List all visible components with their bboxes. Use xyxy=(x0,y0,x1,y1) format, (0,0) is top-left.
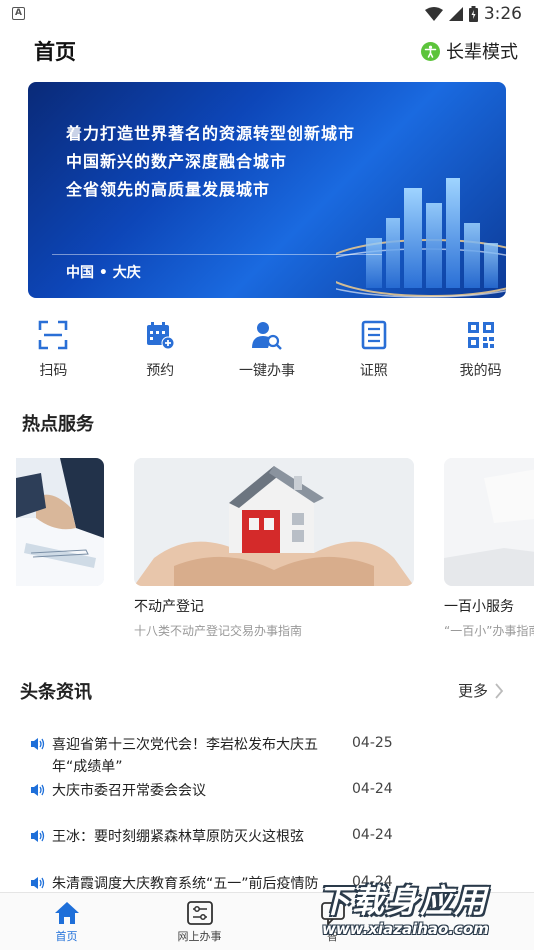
quick-actions: 扫码 预约 一键办事 证照 我的码 xyxy=(0,318,534,388)
elder-mode-label: 长辈模式 xyxy=(446,42,518,63)
news-title: 头条资讯 xyxy=(20,682,92,703)
speaker-icon xyxy=(31,830,45,842)
status-icons: 3:26 xyxy=(424,3,522,25)
news-date: 04-24 xyxy=(352,781,393,797)
settings-panel-icon xyxy=(186,901,213,925)
wifi-icon xyxy=(424,7,443,21)
quick-action-license[interactable]: 证照 xyxy=(320,318,427,388)
watermark-main-text: 下载身应用 xyxy=(318,882,489,920)
signal-icon xyxy=(448,7,463,21)
quick-action-my-code[interactable]: 我的码 xyxy=(427,318,534,388)
news-headline: 大庆市委召开常委会会议 xyxy=(52,783,206,799)
banner-caption: 中国 • 大庆 xyxy=(66,265,141,281)
banner-line-1: 着力打造世界著名的资源转型创新城市 xyxy=(66,124,356,143)
watermark-logo: 下载身应用 www.xiazaihao.com xyxy=(318,876,528,944)
nav-label: 网上办事 xyxy=(177,930,222,943)
news-headline: 王冰：要时刻绷紧森林草原防灭火这根弦 xyxy=(52,829,304,845)
news-date: 04-25 xyxy=(352,735,393,751)
nav-label: 首页 xyxy=(55,930,78,943)
news-item[interactable]: 喜迎省第十三次党代会！李岩松发布大庆五年“成绩单” 04-25 xyxy=(30,734,500,775)
city-skyline-image xyxy=(336,178,506,298)
nav-item-home[interactable]: 首页 xyxy=(0,893,133,950)
battery-icon xyxy=(468,6,478,22)
news-more-link[interactable]: 更多 xyxy=(458,680,504,701)
quick-action-label: 我的码 xyxy=(459,363,502,379)
speaker-icon xyxy=(31,738,45,750)
quick-action-appointment[interactable]: 预约 xyxy=(107,318,214,388)
banner-line-3: 全省领先的高质量发展城市 xyxy=(66,180,271,199)
more-label: 更多 xyxy=(457,682,488,700)
speaker-icon xyxy=(31,877,45,889)
news-item[interactable]: 大庆市委召开常委会会议 04-24 xyxy=(30,780,500,802)
hot-services-title: 热点服务 xyxy=(22,414,94,435)
watermark-url: www.xiazaihao.com xyxy=(322,920,489,938)
news-date: 04-24 xyxy=(352,827,393,843)
scan-icon xyxy=(36,318,70,352)
banner-divider xyxy=(52,254,382,255)
calendar-add-icon xyxy=(143,318,177,352)
notification-icon: A xyxy=(12,7,25,20)
service-card-title: 不动产登记 xyxy=(134,599,204,615)
header: 首页 长辈模式 xyxy=(0,28,534,74)
chevron-right-icon xyxy=(495,682,504,699)
quick-action-label: 扫码 xyxy=(39,363,68,379)
accessibility-icon xyxy=(421,41,440,61)
user-search-icon xyxy=(250,318,284,352)
document-icon xyxy=(357,318,391,352)
hot-services-carousel[interactable]: 不动产登记 十八类不动产登记交易办事指南 一百小服务 “一百小”办事指南 xyxy=(0,458,534,658)
quick-action-label: 预约 xyxy=(146,363,175,379)
service-card-image-real-estate[interactable] xyxy=(134,458,414,586)
service-card-desc: 十八类不动产登记交易办事指南 xyxy=(134,624,303,638)
home-icon xyxy=(54,902,79,924)
news-headline: 喜迎省第十三次党代会！李岩松发布大庆五年“成绩单” xyxy=(52,737,318,775)
quick-action-label: 证照 xyxy=(359,363,388,379)
service-card-image-hundred[interactable] xyxy=(444,458,534,586)
status-bar: A 3:26 xyxy=(0,0,534,28)
speaker-icon xyxy=(31,784,45,796)
clock: 3:26 xyxy=(483,4,522,24)
quick-action-label: 一键办事 xyxy=(238,363,295,379)
banner-line-2: 中国新兴的数产深度融合城市 xyxy=(66,152,288,171)
promo-banner[interactable]: 着力打造世界著名的资源转型创新城市 中国新兴的数产深度融合城市 全省领先的高质量… xyxy=(28,82,506,298)
qr-code-icon xyxy=(464,318,498,352)
news-item[interactable]: 王冰：要时刻绷紧森林草原防灭火这根弦 04-24 xyxy=(30,826,500,848)
quick-action-one-click[interactable]: 一键办事 xyxy=(214,318,321,388)
page-title: 首页 xyxy=(34,40,76,64)
service-card-desc: “一百小”办事指南 xyxy=(444,624,534,638)
nav-item-online-services[interactable]: 网上办事 xyxy=(133,893,266,950)
service-card-title: 一百小服务 xyxy=(444,599,514,615)
elder-mode-button[interactable]: 长辈模式 xyxy=(421,38,518,64)
quick-action-scan[interactable]: 扫码 xyxy=(0,318,107,388)
service-card-image-business[interactable] xyxy=(16,458,104,586)
